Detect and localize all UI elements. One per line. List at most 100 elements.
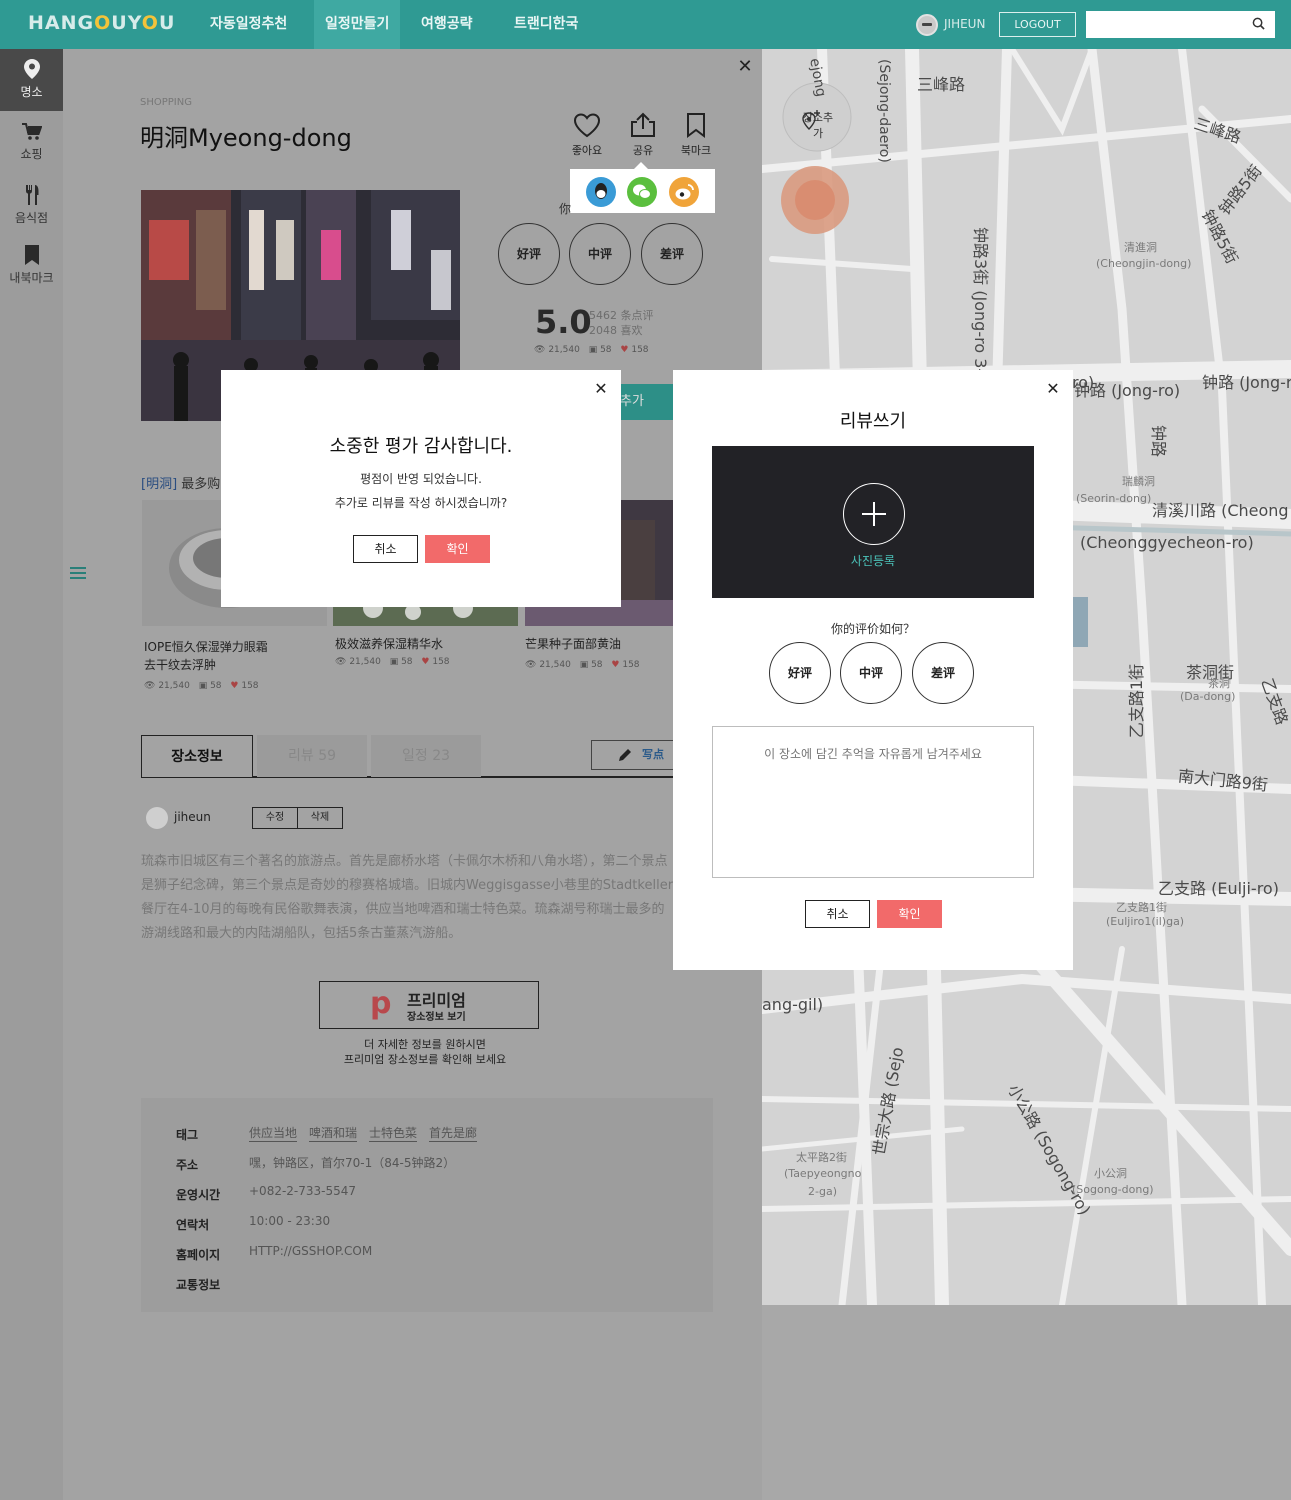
rating-question: 你 — [559, 202, 572, 216]
review-dialog-title: 리뷰쓰기 — [839, 411, 907, 432]
sidebar-item-my-bookmarks[interactable]: 내북마크 — [0, 245, 63, 297]
like-button[interactable]: 좋아요 — [562, 112, 612, 158]
map-pin-add-icon — [802, 110, 820, 130]
like-label: 좋아요 — [571, 144, 603, 157]
review-count: 5462 条点评 — [589, 309, 654, 322]
product-name[interactable]: IOPE恒久保湿弹力眼霜 去干纹去浮肿 — [144, 638, 324, 674]
comment-count: 58 — [210, 681, 222, 691]
hours-value: +082-2-733-5547 — [249, 1184, 357, 1198]
view-count: 21,540 — [548, 345, 580, 355]
confirm-button[interactable]: 확인 — [425, 535, 490, 563]
heart-icon: ♥ — [611, 660, 620, 670]
review-textarea[interactable] — [712, 726, 1034, 878]
tag-chip[interactable]: 首先是廊 — [429, 1124, 478, 1142]
map-label: 清進洞 — [1124, 241, 1157, 254]
comment-icon: ▣ — [588, 345, 598, 355]
premium-subtitle: 장소정보 보기 — [407, 1012, 466, 1023]
tag-chip[interactable]: 啤酒和瑞 — [309, 1124, 358, 1142]
address-value: 嘿，钟路区，首尔70-1（84-5钟路2） — [249, 1156, 456, 1170]
eye-icon: 👁 — [525, 660, 537, 670]
add-place-button[interactable]: 장소추가 — [800, 109, 836, 141]
share-popover — [570, 162, 715, 213]
write-review-button[interactable]: 写点评 — [591, 740, 674, 770]
eye-icon: 👁 — [335, 657, 347, 667]
map-label: 清溪川路 (Cheong — [1152, 501, 1289, 520]
nav-trendy-korea[interactable]: 트랜디한국 — [514, 0, 578, 49]
heart-count: 158 — [622, 660, 640, 670]
sidebar-item-attractions[interactable]: 명소 — [0, 49, 63, 111]
nav-make-schedule[interactable]: 일정만들기 — [314, 0, 401, 49]
eye-icon: 👁 — [144, 681, 156, 691]
search-icon[interactable] — [1252, 17, 1265, 30]
wechat-icon[interactable] — [627, 177, 657, 207]
rating-bad-button[interactable]: 差评 — [912, 642, 974, 704]
logout-button[interactable]: LOGOUT — [999, 12, 1076, 37]
product-name[interactable]: 芒果种子面部黄油 — [525, 635, 673, 653]
bookmark-icon — [24, 245, 39, 265]
tab-place-info[interactable]: 장소정보 — [141, 735, 253, 777]
sidebar-item-label: 음식점 — [14, 211, 49, 225]
map-footer-area — [762, 1305, 1291, 1500]
delete-button[interactable]: 삭제 — [297, 807, 343, 829]
write-review-label: 写点评 — [642, 748, 664, 761]
heart-count: 158 — [241, 681, 259, 691]
cancel-button[interactable]: 취소 — [353, 535, 418, 563]
share-button[interactable]: 공유 — [618, 112, 668, 158]
comment-icon: ▣ — [198, 681, 208, 691]
tag-chip[interactable]: 供应当地 — [249, 1124, 298, 1142]
photo-upload-area[interactable]: 사진등록 — [712, 446, 1034, 598]
contact-label: 연락처 — [176, 1218, 210, 1232]
rating-neutral-button[interactable]: 中评 — [569, 223, 631, 285]
place-info-table: 태그 供应当地 啤酒和瑞 士特色菜 首先是廊 주소 嘿，钟路区，首尔70-1（84-5… — [141, 1098, 713, 1312]
avatar[interactable] — [146, 807, 168, 829]
weibo-icon[interactable] — [669, 177, 699, 207]
tab-schedules[interactable]: 일정 23 — [371, 735, 481, 777]
sidebar-item-shopping[interactable]: 쇼핑 — [0, 123, 63, 173]
transport-label: 교통정보 — [176, 1278, 221, 1292]
qq-icon[interactable] — [586, 177, 616, 207]
heart-count: 158 — [631, 345, 649, 355]
best-items-heading: [明洞] 最多购 — [141, 473, 220, 492]
confirm-button[interactable]: 확인 — [877, 900, 942, 928]
nav-travel-guide[interactable]: 여행공략 — [421, 0, 473, 49]
close-icon[interactable]: ✕ — [736, 58, 754, 76]
site-logo[interactable]: HANGOUYOU — [28, 12, 175, 34]
product-name[interactable]: 极效滋养保湿精华水 — [335, 635, 515, 653]
premium-note: 더 자세한 정보를 원하시면 프리미엄 장소정보를 확인해 보세요 — [280, 1037, 570, 1067]
close-icon[interactable]: ✕ — [1046, 381, 1060, 397]
cancel-button[interactable]: 취소 — [805, 900, 870, 928]
map-label: 钟路 — [1149, 424, 1169, 458]
map-label: 乙支路 (Eulji-ro) — [1158, 879, 1279, 898]
sidebar-item-label: 명소 — [20, 85, 43, 99]
rating-good-button[interactable]: 好评 — [498, 223, 560, 285]
rating-good-button[interactable]: 好评 — [769, 642, 831, 704]
nav-auto-schedule[interactable]: 자동일정추천 — [210, 0, 287, 49]
premium-note-line: 프리미엄 장소정보를 확인해 보세요 — [343, 1053, 507, 1066]
eye-icon: 👁 — [534, 345, 546, 355]
homepage-link[interactable]: HTTP://GSSHOP.COM — [249, 1244, 372, 1258]
sidebar-item-restaurant[interactable]: 음식점 — [0, 185, 63, 237]
premium-info-button[interactable]: p 프리미엄 장소정보 보기 — [319, 981, 539, 1029]
rating-neutral-button[interactable]: 中评 — [840, 642, 902, 704]
tag-chip[interactable]: 士特色菜 — [369, 1124, 418, 1142]
bookmark-button[interactable]: 북마크 — [671, 112, 721, 158]
thanks-dialog-message: 추가로 리뷰를 작성 하시겠습니까? — [334, 496, 508, 510]
sidebar-item-label: 쇼핑 — [20, 147, 43, 161]
rating-bad-button[interactable]: 差评 — [641, 223, 703, 285]
edit-button[interactable]: 수정 — [252, 807, 298, 829]
search-input[interactable] — [1086, 11, 1275, 38]
close-icon[interactable]: ✕ — [594, 381, 608, 397]
menu-icon[interactable] — [70, 566, 86, 580]
cart-icon — [21, 123, 42, 140]
username: JIHEUN — [944, 17, 986, 31]
avatar[interactable] — [916, 14, 938, 36]
comment-count: 58 — [591, 660, 603, 670]
map-label: 乙支路1街 — [1127, 663, 1147, 739]
view-count: 21,540 — [539, 660, 571, 670]
map-label: (Sejong-daero) — [876, 59, 892, 163]
comment-count: 58 — [600, 345, 612, 355]
map-pin-icon — [23, 59, 40, 79]
add-photo-button[interactable] — [843, 483, 905, 545]
top-navigation-bar: HANGOUYOU 자동일정추천 일정만들기 여행공략 트랜디한국 JIHEUN… — [0, 0, 1291, 49]
tab-reviews[interactable]: 리뷰 59 — [257, 735, 367, 777]
